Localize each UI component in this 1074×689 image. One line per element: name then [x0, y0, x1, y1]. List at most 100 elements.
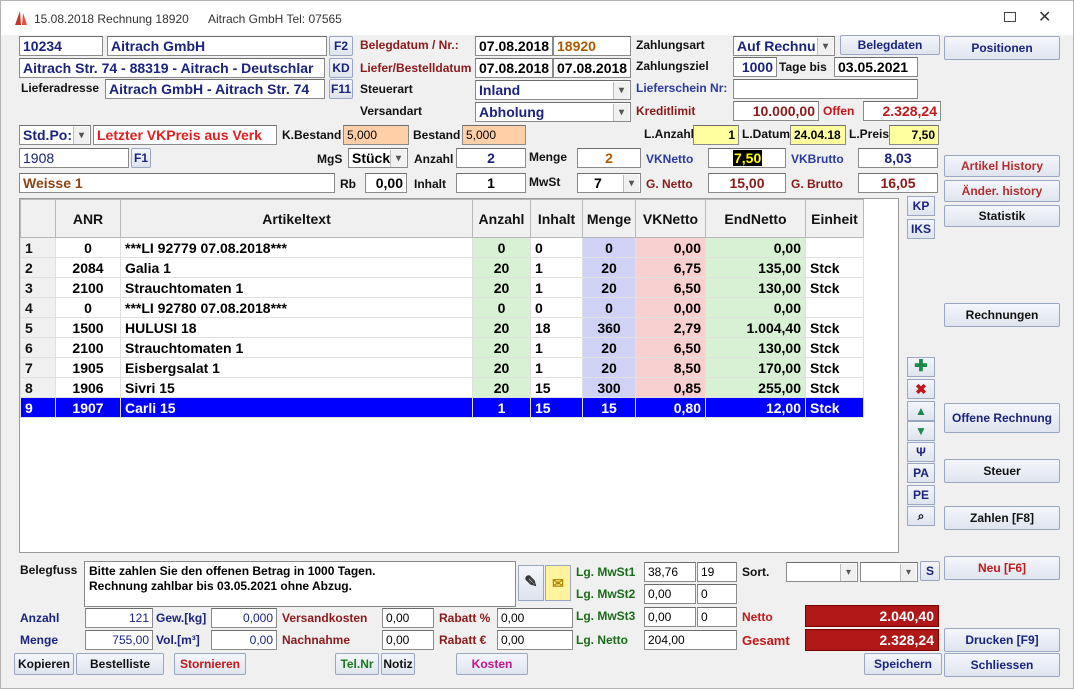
cell-inhalt[interactable]: 1 [530, 277, 583, 298]
vknetto-field[interactable]: 7,50 [708, 148, 786, 168]
cell-inhalt[interactable]: 18 [530, 317, 583, 338]
cell-anr[interactable]: 2084 [55, 257, 121, 278]
artikel-history-button[interactable]: Artikel History [944, 155, 1060, 177]
edit-note-icon[interactable]: ✎ [518, 565, 544, 601]
cell-einheit[interactable]: Stck [805, 397, 864, 418]
versandart-select[interactable]: Abholung ▾ [475, 102, 631, 122]
lieferschein-field[interactable] [733, 79, 918, 99]
arrow-up-icon[interactable]: ▲ [907, 401, 935, 421]
steuer-button[interactable]: Steuer [944, 459, 1060, 483]
kd-button[interactable]: KD [329, 58, 353, 78]
table-row[interactable]: 4 0 ***LI 92780 07.08.2018*** 0 0 0 0,00 0,00 [20, 297, 864, 318]
cell-menge[interactable]: 0 [582, 237, 636, 258]
merge-icon[interactable]: Ψ [907, 442, 935, 462]
cell-anr[interactable]: 0 [55, 297, 121, 318]
table-row[interactable]: 8 1906 Sivri 15 20 15 300 0,85 255,00 Stck [20, 377, 864, 398]
cell-anr[interactable]: 1907 [55, 397, 121, 418]
inhalt-field[interactable]: 1 [456, 173, 526, 193]
cell-text[interactable]: Strauchtomaten 1 [120, 337, 473, 358]
column-header[interactable]: EndNetto [705, 199, 806, 238]
cell-anzahl[interactable]: 20 [472, 337, 531, 358]
cell-vk[interactable]: 0,00 [635, 237, 706, 258]
cell-anzahl[interactable]: 20 [472, 317, 531, 338]
cell-anzahl[interactable]: 20 [472, 277, 531, 298]
table-row[interactable]: 7 1905 Eisbergsalat 1 20 1 20 8,50 170,00 Stck [20, 357, 864, 378]
offene-rechnung-button[interactable]: Offene Rechnung [944, 403, 1060, 433]
cell-n[interactable]: 5 [20, 317, 56, 338]
cell-einheit[interactable] [805, 237, 864, 258]
cell-menge[interactable]: 15 [582, 397, 636, 418]
column-header[interactable]: Einheit [805, 199, 864, 238]
kosten-button[interactable]: Kosten [456, 653, 528, 675]
column-header[interactable]: Menge [582, 199, 636, 238]
cell-inhalt[interactable]: 1 [530, 357, 583, 378]
pa-button[interactable]: PA [907, 463, 935, 483]
lieferadresse-field[interactable]: Aitrach GmbH - Aitrach Str. 74 [105, 79, 325, 99]
cell-anzahl[interactable]: 20 [472, 257, 531, 278]
cell-n[interactable]: 6 [20, 337, 56, 358]
cell-end[interactable]: 12,00 [705, 397, 806, 418]
chevron-down-icon[interactable]: ▾ [73, 127, 89, 144]
cell-n[interactable]: 9 [20, 397, 56, 418]
cell-anzahl[interactable]: 0 [472, 237, 531, 258]
chevron-down-icon[interactable]: ▾ [817, 38, 833, 55]
customer-name-field[interactable]: Aitrach GmbH [107, 36, 327, 56]
rechnungen-button[interactable]: Rechnungen [944, 303, 1060, 327]
cell-end[interactable]: 135,00 [705, 257, 806, 278]
cell-end[interactable]: 130,00 [705, 277, 806, 298]
kopieren-button[interactable]: Kopieren [14, 653, 74, 675]
column-header[interactable]: ANR [55, 199, 121, 238]
restore-icon[interactable] [1004, 12, 1016, 22]
mgs-select[interactable]: Stück ▾ [348, 148, 408, 168]
bestelliste-button[interactable]: Bestelliste [76, 653, 164, 675]
cell-n[interactable]: 4 [20, 297, 56, 318]
telnr-button[interactable]: Tel.Nr [335, 653, 379, 675]
chevron-down-icon[interactable]: ▾ [623, 175, 639, 192]
cell-vk[interactable]: 6,50 [635, 337, 706, 358]
table-row[interactable]: 2 2084 Galia 1 20 1 20 6,75 135,00 Stck [20, 257, 864, 278]
positions-grid[interactable]: ANR Artikeltext Anzahl Inhalt Menge VKNe… [19, 198, 899, 553]
cell-text[interactable]: Galia 1 [120, 257, 473, 278]
table-row[interactable]: 6 2100 Strauchtomaten 1 20 1 20 6,50 130,00 Stck [20, 337, 864, 358]
chevron-down-icon[interactable]: ▾ [840, 564, 856, 581]
cell-anzahl[interactable]: 0 [472, 297, 531, 318]
delete-row-icon[interactable]: ✖ [907, 379, 935, 399]
cell-n[interactable]: 1 [20, 237, 56, 258]
ziel-datum-field[interactable]: 03.05.2021 [834, 57, 918, 77]
table-row[interactable]: 9 1907 Carli 15 1 15 15 0,80 12,00 Stck [20, 397, 864, 418]
cell-anr[interactable]: 2100 [55, 277, 121, 298]
cell-vk[interactable]: 8,50 [635, 357, 706, 378]
pe-button[interactable]: PE [907, 485, 935, 505]
chevron-down-icon[interactable]: ▾ [390, 150, 406, 167]
column-header[interactable]: VKNetto [635, 199, 706, 238]
cell-vk[interactable]: 0,85 [635, 377, 706, 398]
cell-anr[interactable]: 1905 [55, 357, 121, 378]
sort-select-2[interactable]: ▾ [860, 562, 918, 582]
cell-vk[interactable]: 6,50 [635, 277, 706, 298]
menge-field[interactable]: 2 [577, 148, 641, 168]
close-icon[interactable]: ✕ [1038, 7, 1051, 26]
cell-einheit[interactable]: Stck [805, 257, 864, 278]
cell-end[interactable]: 170,00 [705, 357, 806, 378]
cell-vk[interactable]: 2,79 [635, 317, 706, 338]
add-row-icon[interactable]: ✚ [907, 357, 935, 377]
schliessen-button[interactable]: Schliessen [944, 653, 1060, 677]
cell-end[interactable]: 0,00 [705, 237, 806, 258]
cell-n[interactable]: 2 [20, 257, 56, 278]
cell-einheit[interactable] [805, 297, 864, 318]
anzahl-field[interactable]: 2 [456, 148, 526, 168]
cell-menge[interactable]: 20 [582, 277, 636, 298]
aender-history-button[interactable]: Änder. history [944, 180, 1060, 202]
cell-text[interactable]: Strauchtomaten 1 [120, 277, 473, 298]
notiz-button[interactable]: Notiz [381, 653, 415, 675]
cell-anr[interactable]: 2100 [55, 337, 121, 358]
speichern-button[interactable]: Speichern [864, 653, 942, 675]
cell-anzahl[interactable]: 20 [472, 377, 531, 398]
cell-vk[interactable]: 6,75 [635, 257, 706, 278]
chevron-down-icon[interactable]: ▾ [900, 564, 916, 581]
sort-select-1[interactable]: ▾ [786, 562, 858, 582]
chevron-down-icon[interactable]: ▾ [613, 104, 629, 121]
mwst-select[interactable]: 7 ▾ [577, 173, 641, 193]
cell-einheit[interactable]: Stck [805, 317, 864, 338]
column-header[interactable]: Artikeltext [120, 199, 473, 238]
